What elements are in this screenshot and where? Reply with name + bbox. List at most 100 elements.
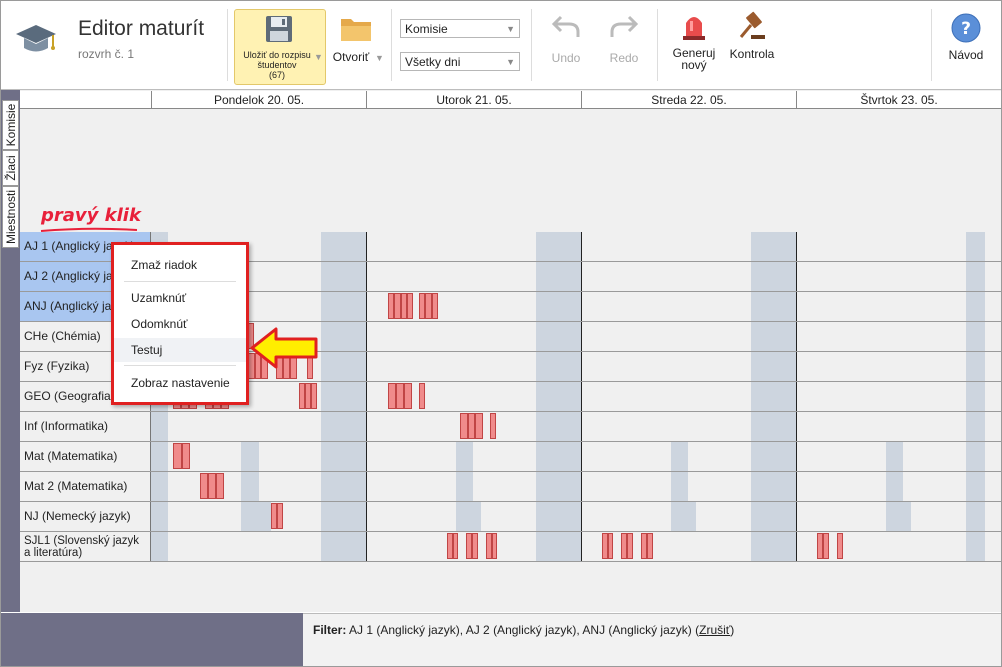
exam-slot[interactable] bbox=[823, 533, 829, 559]
exam-slot[interactable] bbox=[404, 383, 412, 409]
exam-slot[interactable] bbox=[607, 533, 613, 559]
row-label[interactable]: Inf (Informatika) bbox=[20, 412, 151, 441]
row-label[interactable]: Mat 2 (Matematika) bbox=[20, 472, 151, 501]
view-select[interactable]: Komisie ▼ bbox=[400, 19, 520, 38]
exam-slot[interactable] bbox=[452, 533, 458, 559]
menu-item-delete-row[interactable]: Zmaž riadok bbox=[114, 253, 246, 277]
unavailable-block bbox=[886, 502, 911, 531]
chevron-down-icon[interactable]: ▼ bbox=[375, 53, 384, 63]
unavailable-block bbox=[151, 502, 168, 531]
exam-slot[interactable] bbox=[627, 533, 633, 559]
unavailable-block bbox=[751, 352, 796, 381]
unavailable-block bbox=[751, 382, 796, 411]
unavailable-block bbox=[241, 502, 271, 531]
open-button[interactable]: Otvoriť ▼ bbox=[330, 11, 384, 81]
app-title: Editor maturít bbox=[78, 17, 205, 40]
tab-miestnosti[interactable]: Miestnosti bbox=[2, 186, 19, 248]
menu-item-test[interactable]: Testuj bbox=[114, 338, 246, 362]
exam-slot[interactable] bbox=[200, 473, 208, 499]
unavailable-block bbox=[751, 262, 796, 291]
exam-slot[interactable] bbox=[467, 413, 476, 439]
unavailable-block bbox=[966, 262, 985, 291]
unavailable-block bbox=[966, 352, 985, 381]
exam-slot[interactable] bbox=[431, 293, 438, 319]
day-separator bbox=[796, 502, 797, 531]
help-button[interactable]: ? Návod bbox=[943, 13, 989, 73]
toolbar-separator bbox=[931, 9, 932, 81]
chevron-down-icon[interactable]: ▼ bbox=[314, 52, 323, 62]
exam-slot[interactable] bbox=[419, 383, 425, 409]
unavailable-block bbox=[966, 232, 985, 261]
exam-slot[interactable] bbox=[491, 533, 497, 559]
tab-ziaci[interactable]: Žiaci bbox=[2, 150, 19, 186]
day-select-value: Všetky dni bbox=[405, 55, 461, 69]
day-separator bbox=[366, 502, 367, 531]
tab-komisie[interactable]: Komisie bbox=[2, 100, 19, 150]
unavailable-block bbox=[966, 412, 985, 441]
table-row[interactable]: SJL1 (Slovenský jazyk a literatúra) bbox=[20, 532, 1001, 562]
exam-slot[interactable] bbox=[181, 443, 190, 469]
day-separator bbox=[796, 442, 797, 471]
day-separator bbox=[796, 322, 797, 351]
context-menu: Zmaž riadok Uzamknúť Odomknúť Testuj Zob… bbox=[111, 242, 249, 405]
table-row[interactable]: Inf (Informatika) bbox=[20, 412, 1001, 442]
help-icon: ? bbox=[951, 13, 981, 43]
exam-slot[interactable] bbox=[406, 293, 413, 319]
exam-slot[interactable] bbox=[208, 473, 216, 499]
unavailable-block bbox=[321, 412, 367, 441]
exam-slot[interactable] bbox=[311, 383, 317, 409]
exam-slot[interactable] bbox=[388, 383, 396, 409]
table-row[interactable]: NJ (Nemecký jazyk) bbox=[20, 502, 1001, 532]
day-separator bbox=[581, 262, 582, 291]
menu-item-unlock[interactable]: Odomknúť bbox=[114, 312, 246, 336]
unavailable-block bbox=[321, 532, 367, 561]
redo-button[interactable]: Redo bbox=[604, 13, 644, 73]
table-row[interactable]: Mat (Matematika) bbox=[20, 442, 1001, 472]
yellow-arrow-icon bbox=[250, 327, 318, 369]
unavailable-block bbox=[536, 352, 581, 381]
generate-new-label: Generuj nový bbox=[672, 46, 716, 72]
generate-new-button[interactable]: Generuj nový bbox=[669, 11, 719, 77]
day-separator bbox=[796, 472, 797, 501]
day-select[interactable]: Všetky dni ▼ bbox=[400, 52, 520, 71]
day-separator bbox=[796, 352, 797, 381]
exam-slot[interactable] bbox=[396, 383, 404, 409]
day-header: Pondelok 20. 05. bbox=[151, 91, 366, 109]
exam-slot[interactable] bbox=[490, 413, 496, 439]
unavailable-block bbox=[321, 232, 367, 261]
filter-cancel-link[interactable]: Zrušiť bbox=[699, 623, 730, 637]
exam-slot[interactable] bbox=[837, 533, 843, 559]
undo-button[interactable]: Undo bbox=[546, 13, 586, 73]
day-separator bbox=[581, 382, 582, 411]
unavailable-block bbox=[966, 532, 985, 561]
day-separator bbox=[581, 502, 582, 531]
row-label[interactable]: SJL1 (Slovenský jazyk a literatúra) bbox=[20, 532, 151, 561]
day-separator bbox=[796, 382, 797, 411]
menu-item-lock[interactable]: Uzamknúť bbox=[114, 286, 246, 310]
exam-slot[interactable] bbox=[460, 413, 468, 439]
exam-slot[interactable] bbox=[475, 413, 483, 439]
save-button-label: Uložiť do rozpisu študentov bbox=[243, 50, 311, 70]
unavailable-block bbox=[671, 472, 688, 501]
exam-slot[interactable] bbox=[173, 443, 182, 469]
exam-slot[interactable] bbox=[216, 473, 224, 499]
unavailable-block bbox=[671, 502, 696, 531]
exam-slot[interactable] bbox=[647, 533, 653, 559]
row-label[interactable]: Mat (Matematika) bbox=[20, 442, 151, 471]
unavailable-block bbox=[536, 472, 581, 501]
check-button[interactable]: Kontrola bbox=[727, 11, 777, 71]
siren-icon bbox=[683, 17, 705, 40]
exam-slot[interactable] bbox=[277, 503, 283, 529]
unavailable-block bbox=[536, 442, 581, 471]
table-row[interactable]: Mat 2 (Matematika) bbox=[20, 472, 1001, 502]
exam-slot[interactable] bbox=[472, 533, 478, 559]
unavailable-block bbox=[536, 502, 581, 531]
day-separator bbox=[796, 412, 797, 441]
chevron-down-icon: ▼ bbox=[506, 57, 515, 67]
row-label[interactable]: NJ (Nemecký jazyk) bbox=[20, 502, 151, 531]
day-separator bbox=[366, 292, 367, 321]
unavailable-block bbox=[536, 322, 581, 351]
save-to-schedule-button[interactable]: Uložiť do rozpisu študentov (67) ▼ bbox=[234, 9, 326, 85]
unavailable-block bbox=[151, 472, 168, 501]
menu-item-show-settings[interactable]: Zobraz nastavenie bbox=[114, 371, 246, 395]
